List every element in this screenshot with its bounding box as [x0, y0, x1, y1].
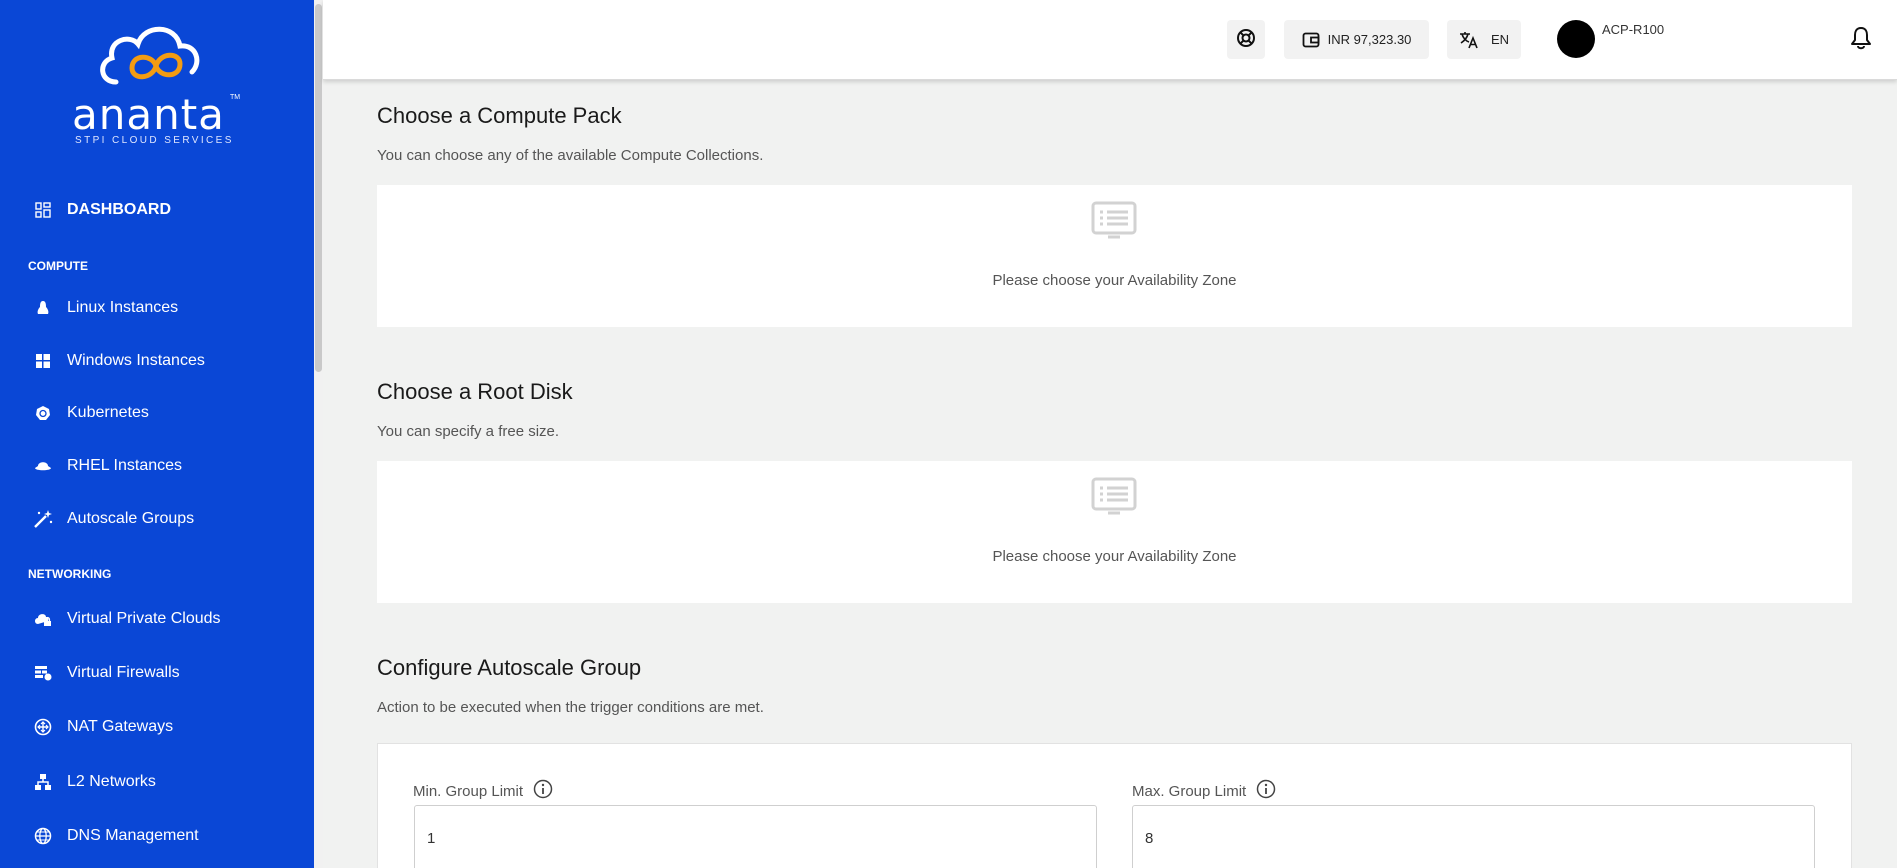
- autoscale-description: Action to be executed when the trigger c…: [377, 699, 764, 716]
- dashboard-icon: [33, 200, 53, 220]
- info-icon[interactable]: [533, 779, 553, 803]
- max-group-limit-label: Max. Group Limit: [1132, 779, 1276, 803]
- sidebar-item-virtual-firewalls[interactable]: Virtual Firewalls: [33, 659, 180, 687]
- sidebar-item-label: NAT Gateways: [67, 718, 174, 735]
- sidebar-item-kubernetes[interactable]: Kubernetes: [33, 399, 149, 427]
- nat-gateway-icon: [33, 717, 53, 737]
- sidebar-item-label: RHEL Instances: [67, 457, 183, 474]
- root-disk-title: Choose a Root Disk: [377, 379, 573, 404]
- lifebuoy-icon: [1236, 28, 1256, 51]
- sidebar-item-linux-instances[interactable]: Linux Instances: [33, 294, 178, 322]
- compute-pack-panel: Please choose your Availability Zone: [377, 185, 1852, 327]
- firewall-icon: [33, 663, 53, 683]
- min-group-limit-label: Min. Group Limit: [413, 779, 553, 803]
- section-compute: COMPUTE: [28, 259, 88, 273]
- sidebar-item-label: Autoscale Groups: [67, 510, 195, 527]
- brand-name: ananta: [72, 90, 225, 139]
- sidebar-scrollbar[interactable]: [314, 0, 323, 868]
- support-button[interactable]: [1227, 20, 1265, 59]
- autoscale-form: Min. Group Limit 1 Max. Group Limit 8: [377, 743, 1852, 868]
- brand-tagline: STPI CLOUD SERVICES: [75, 135, 234, 146]
- network-icon: [33, 772, 53, 792]
- avatar[interactable]: [1557, 20, 1595, 58]
- sidebar-item-windows-instances[interactable]: Windows Instances: [33, 347, 205, 375]
- redhat-icon: [33, 456, 53, 476]
- magic-wand-icon: [33, 509, 53, 529]
- sidebar-item-label: Virtual Private Clouds: [67, 610, 221, 627]
- sidebar-item-label: L2 Networks: [67, 773, 156, 790]
- min-group-limit-input[interactable]: 1: [414, 805, 1097, 868]
- bell-icon: [1850, 27, 1872, 54]
- windows-icon: [33, 351, 53, 371]
- sidebar-item-label: Kubernetes: [67, 404, 149, 421]
- sidebar-item-dashboard[interactable]: DASHBOARD: [33, 196, 171, 224]
- empty-message: Please choose your Availability Zone: [992, 272, 1237, 289]
- empty-list-icon: [1091, 477, 1137, 522]
- sidebar-item-dns-management[interactable]: DNS Management: [33, 822, 199, 850]
- ananta-logo[interactable]: ananta TM STPI CLOUD SERVICES: [70, 22, 250, 152]
- sidebar-item-label: Windows Instances: [67, 352, 205, 369]
- sidebar-item-nat-gateways[interactable]: NAT Gateways: [33, 713, 173, 741]
- empty-list-icon: [1091, 201, 1137, 246]
- root-disk-description: You can specify a free size.: [377, 423, 560, 440]
- sidebar-item-l2-networks[interactable]: L2 Networks: [33, 768, 156, 796]
- compute-pack-description: You can choose any of the available Comp…: [377, 147, 764, 164]
- sidebar-item-autoscale-groups[interactable]: Autoscale Groups: [33, 505, 194, 533]
- root-disk-panel: Please choose your Availability Zone: [377, 461, 1852, 603]
- sidebar-item-label: DNS Management: [67, 827, 199, 844]
- linux-icon: [33, 298, 53, 318]
- sidebar-item-label: Linux Instances: [67, 299, 179, 316]
- kubernetes-icon: [33, 403, 53, 423]
- sidebar-item-label: DASHBOARD: [67, 201, 171, 218]
- cloud-lock-icon: [33, 609, 53, 629]
- sidebar-item-label: Virtual Firewalls: [67, 664, 180, 681]
- sidebar: ananta TM STPI CLOUD SERVICES DASHBOARD …: [0, 0, 314, 868]
- sidebar-item-virtual-private-clouds[interactable]: Virtual Private Clouds: [33, 605, 221, 633]
- language-button[interactable]: EN: [1447, 20, 1521, 59]
- language-code: EN: [1490, 32, 1510, 47]
- brand-tm: TM: [230, 94, 241, 101]
- wallet-balance: INR 97,323.30: [1327, 32, 1412, 47]
- wallet-icon: [1302, 31, 1320, 49]
- min-group-limit-text: Min. Group Limit: [413, 782, 524, 800]
- top-header: INR 97,323.30 EN ACP-R100: [323, 0, 1897, 80]
- translate-icon: [1459, 31, 1479, 49]
- section-networking: NETWORKING: [28, 567, 112, 581]
- scrollbar-thumb[interactable]: [315, 4, 322, 372]
- sidebar-item-rhel-instances[interactable]: RHEL Instances: [33, 452, 182, 480]
- notifications-button[interactable]: [1850, 26, 1872, 55]
- wallet-balance-button[interactable]: INR 97,323.30: [1284, 20, 1429, 59]
- account-name[interactable]: ACP-R100: [1602, 22, 1664, 37]
- max-group-limit-text: Max. Group Limit: [1132, 782, 1247, 800]
- max-group-limit-input[interactable]: 8: [1132, 805, 1815, 868]
- info-icon[interactable]: [1256, 779, 1276, 803]
- autoscale-title: Configure Autoscale Group: [377, 655, 642, 680]
- globe-icon: [33, 826, 53, 846]
- compute-pack-title: Choose a Compute Pack: [377, 103, 622, 128]
- empty-message: Please choose your Availability Zone: [992, 548, 1237, 565]
